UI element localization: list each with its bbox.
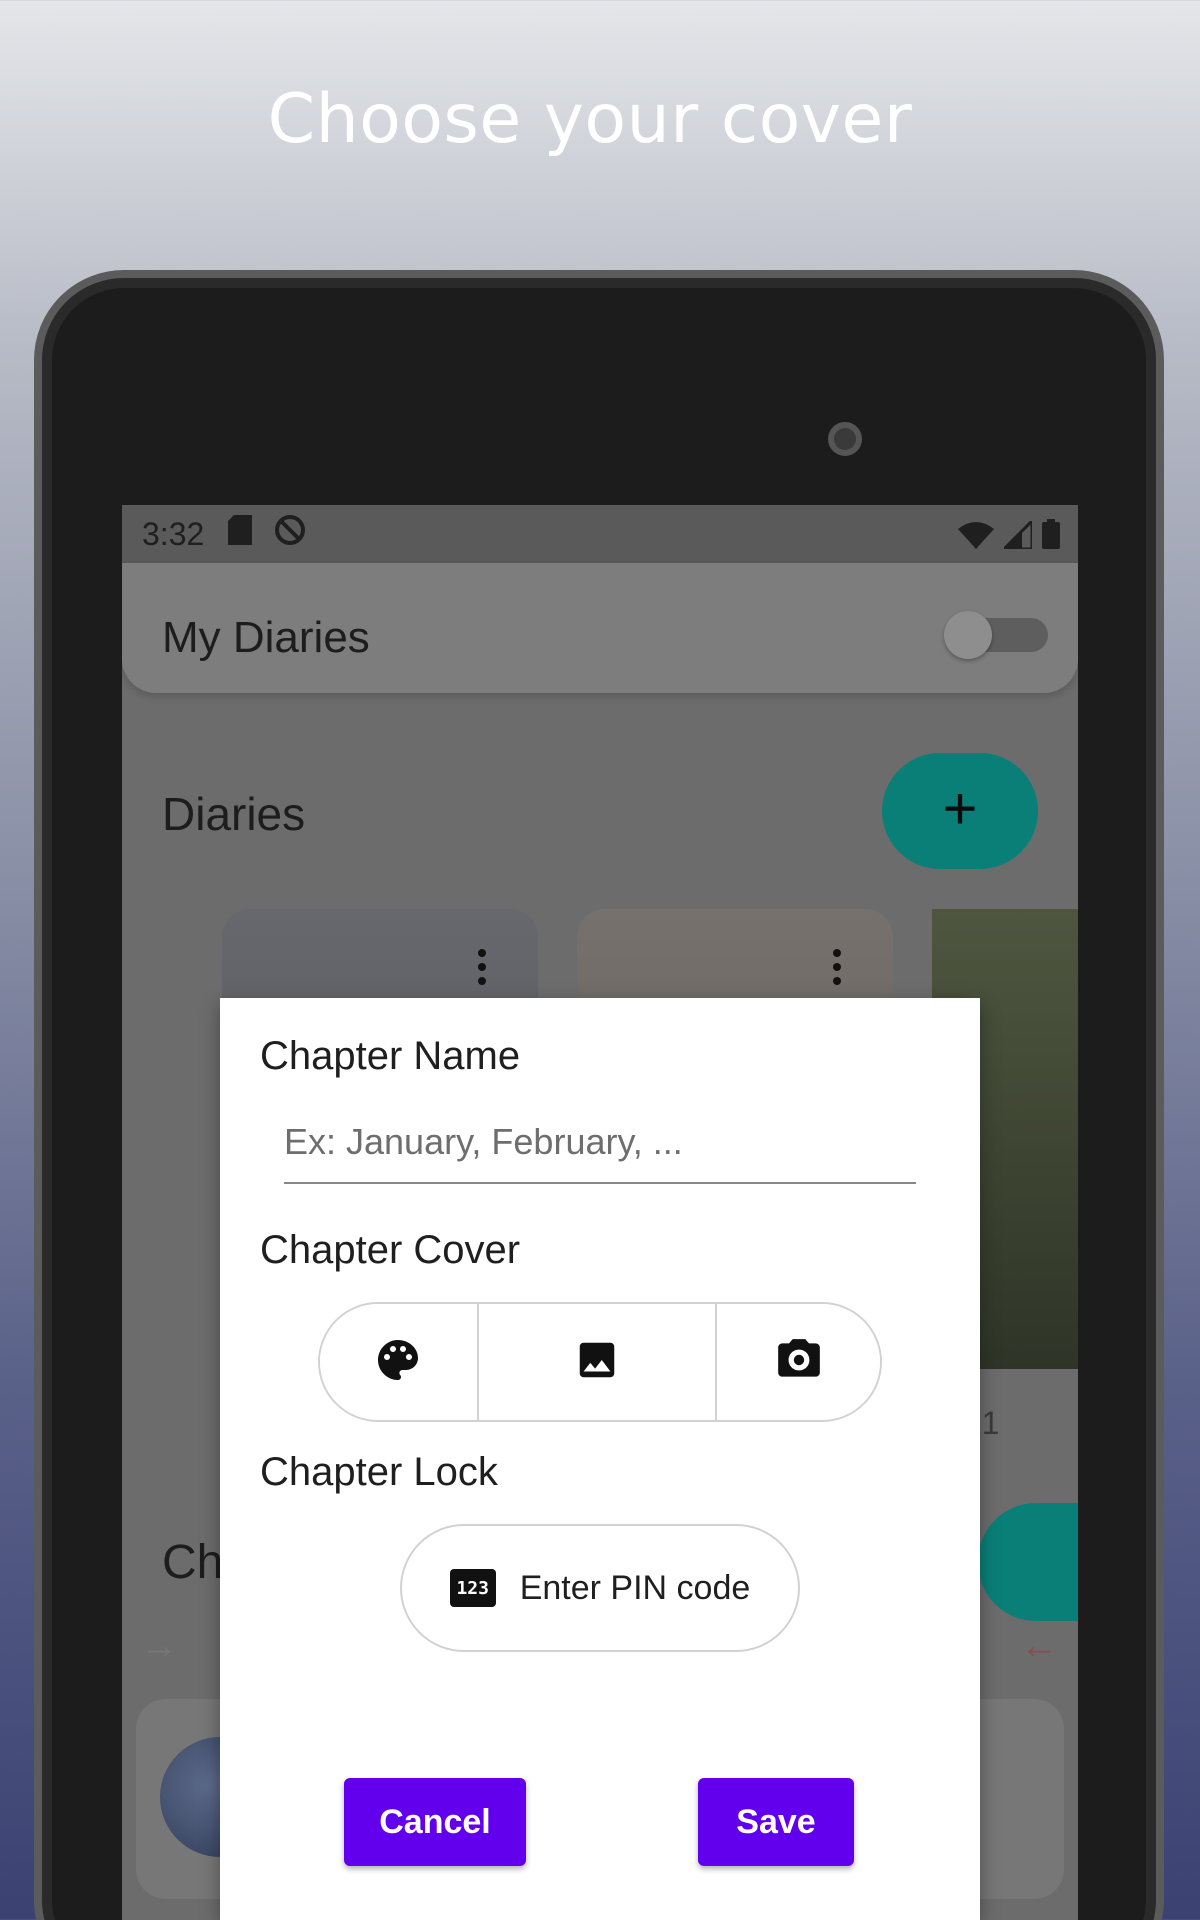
camera-cover-button[interactable] [717, 1304, 880, 1420]
app-bar: My Diaries [122, 563, 1078, 693]
diaries-heading: Diaries [162, 788, 306, 840]
arrow-forward-icon[interactable]: → [140, 1625, 178, 1668]
cancel-button[interactable]: Cancel [344, 1778, 526, 1866]
chapter-lock-label: Chapter Lock [260, 1450, 498, 1494]
gallery-cover-button[interactable] [478, 1304, 718, 1420]
do-not-disturb-icon [274, 514, 306, 554]
save-button[interactable]: Save [698, 1778, 854, 1866]
signal-icon [1000, 516, 1034, 557]
sd-card-icon [228, 515, 253, 553]
enter-pin-button[interactable]: 123 Enter PIN code [400, 1524, 800, 1652]
theme-toggle-knob[interactable] [944, 611, 992, 659]
add-chapter-button[interactable] [978, 1503, 1078, 1621]
arrow-back-icon[interactable]: ← [1020, 1625, 1058, 1668]
chapter-name-label: Chapter Name [260, 1034, 521, 1078]
pin-pad-icon: 123 [449, 1569, 496, 1607]
status-bar: 3:32 [122, 505, 1078, 563]
cover-option-group [318, 1302, 882, 1422]
wifi-icon [958, 520, 994, 557]
new-chapter-dialog: Chapter Name Chapter Cover Chapter Lock … [220, 998, 980, 1920]
enter-pin-label: Enter PIN code [519, 1568, 751, 1607]
more-vert-icon[interactable] [478, 949, 486, 991]
chapter-cover-label: Chapter Cover [260, 1228, 521, 1272]
status-time: 3:32 [142, 515, 205, 552]
color-cover-button[interactable] [320, 1304, 479, 1420]
add-diary-button[interactable]: + [882, 753, 1038, 869]
app-title: My Diaries [162, 613, 370, 662]
chapters-heading: Ch [162, 1536, 224, 1589]
palette-icon [374, 1336, 422, 1389]
front-camera [828, 422, 862, 456]
image-icon [574, 1337, 620, 1388]
battery-icon [1042, 519, 1060, 557]
camera-icon [774, 1335, 824, 1390]
promo-headline: Choose your cover [267, 80, 913, 159]
chapter-name-input[interactable] [284, 1102, 916, 1184]
more-vert-icon[interactable] [833, 949, 841, 991]
